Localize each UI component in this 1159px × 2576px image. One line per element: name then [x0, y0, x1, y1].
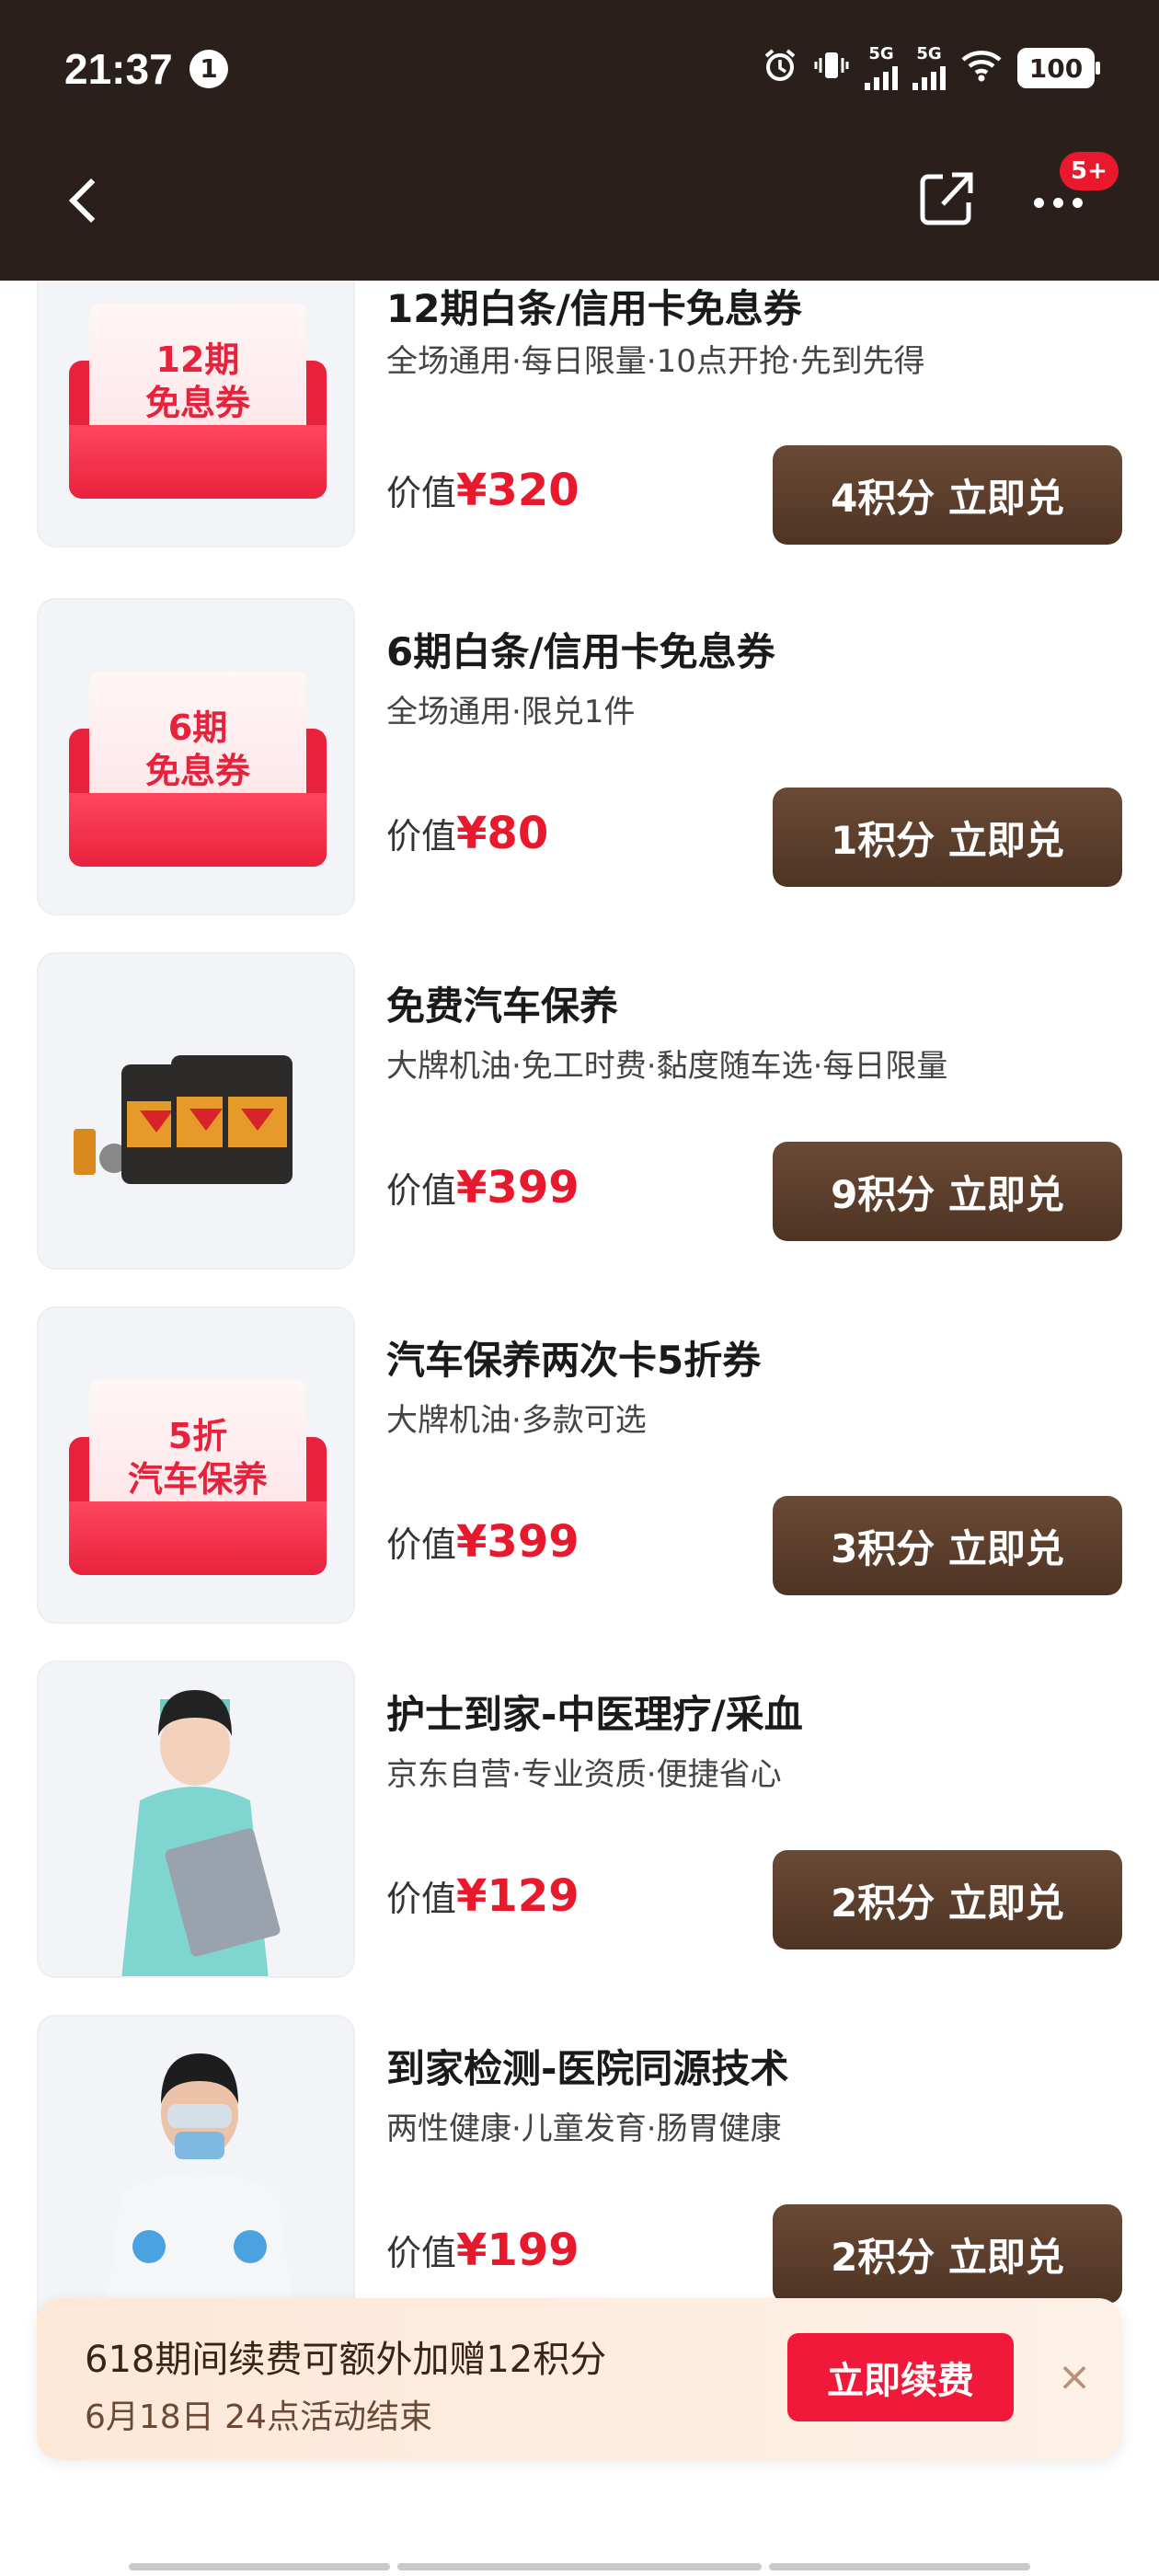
status-bar: 21:37 1 5G 5G 100	[0, 0, 1159, 138]
art-line: 免息券	[144, 751, 250, 791]
gesture-bar	[129, 2563, 390, 2570]
item-price: 价值¥129	[386, 1870, 580, 1922]
coupon-envelope-icon: 6期 免息券	[69, 655, 327, 867]
price-value: ¥399	[456, 1162, 580, 1213]
art-line: 5折	[167, 1415, 228, 1456]
share-button[interactable]	[915, 166, 980, 230]
nurse-photo-icon	[121, 1690, 281, 1976]
wifi-icon	[960, 47, 1003, 90]
item-thumbnail: 6期 免息券	[37, 598, 355, 915]
art-line: 12期	[155, 339, 240, 380]
item-title: 12期白条/信用卡免息券	[386, 286, 802, 331]
list-item[interactable]: 免费汽车保养 大牌机油·免工时费·黏度随车选·每日限量 价值¥399 9积分 立…	[0, 952, 1159, 1270]
renew-button[interactable]: 立即续费	[787, 2333, 1014, 2421]
price-value: ¥320	[456, 465, 580, 516]
price-value: ¥129	[456, 1870, 580, 1922]
dot-icon	[1072, 197, 1083, 208]
item-desc: 两性健康·儿童发育·肠胃健康	[386, 2110, 782, 2147]
item-title: 护士到家-中医理疗/采血	[386, 1692, 803, 1737]
sim1-label: 5G	[868, 44, 894, 63]
signal-sim1-icon: 5G	[865, 46, 898, 90]
item-desc: 全场通用·每日限量·10点开抢·先到先得	[386, 343, 925, 380]
item-thumbnail	[37, 2015, 355, 2332]
banner-title: 618期间续费可额外加赠12积分	[85, 2339, 607, 2381]
redeem-button[interactable]: 3积分 立即兑	[773, 1496, 1122, 1595]
price-label: 价值	[386, 2233, 457, 2273]
motor-oil-icon	[74, 1055, 293, 1184]
signal-sim2-icon: 5G	[912, 46, 946, 90]
item-desc: 大牌机油·多款可选	[386, 1402, 647, 1439]
price-value: ¥80	[456, 808, 549, 859]
dot-icon	[1033, 197, 1044, 208]
price-label: 价值	[386, 1879, 457, 1919]
price-value: ¥199	[456, 2225, 580, 2276]
item-price: 价值¥199	[386, 2225, 580, 2276]
coupon-envelope-icon: 5折 汽车保养	[69, 1363, 327, 1575]
close-icon[interactable]: ×	[1050, 2353, 1098, 2401]
item-title: 免费汽车保养	[386, 983, 619, 1029]
item-thumbnail: 5折 汽车保养	[37, 1306, 355, 1624]
gesture-bar	[769, 2563, 1030, 2570]
notification-count-icon: 1	[189, 50, 228, 88]
renewal-banner: 618期间续费可额外加赠12积分 6月18日 24点活动结束 立即续费 ×	[37, 2298, 1122, 2460]
status-time: 21:37	[64, 45, 173, 93]
item-thumbnail	[37, 952, 355, 1270]
redeem-button[interactable]: 4积分 立即兑	[773, 445, 1122, 545]
list-item[interactable]: 5折 汽车保养 汽车保养两次卡5折券 大牌机油·多款可选 价值¥399 3积分 立…	[0, 1306, 1159, 1624]
doctor-photo-icon	[103, 2053, 296, 2330]
alarm-icon	[762, 47, 798, 90]
status-icons: 5G 5G 100	[762, 42, 1100, 94]
art-line: 免息券	[144, 383, 250, 423]
art-line: 6期	[167, 707, 228, 748]
battery-icon: 100	[1017, 48, 1100, 88]
price-label: 价值	[386, 816, 457, 857]
price-label: 价值	[386, 1524, 457, 1565]
item-thumbnail	[37, 1661, 355, 1978]
redeem-button[interactable]: 2积分 立即兑	[773, 2204, 1122, 2304]
list-item[interactable]: 护士到家-中医理疗/采血 京东自营·专业资质·便捷省心 价值¥129 2积分 立…	[0, 1661, 1159, 1978]
item-price: 价值¥80	[386, 808, 548, 859]
item-desc: 大牌机油·免工时费·黏度随车选·每日限量	[386, 1048, 948, 1085]
banner-deadline: 6月18日 24点活动结束	[85, 2398, 432, 2436]
price-label: 价值	[386, 1170, 457, 1211]
list-item[interactable]: 到家检测-医院同源技术 两性健康·儿童发育·肠胃健康 价值¥199 2积分 立即…	[0, 2015, 1159, 2332]
redeem-button[interactable]: 9积分 立即兑	[773, 1142, 1122, 1241]
item-desc: 全场通用·限兑1件	[386, 694, 636, 730]
share-icon	[920, 172, 973, 225]
top-bar: 21:37 1 5G 5G 100 5+	[0, 0, 1159, 281]
chevron-left-icon	[68, 178, 114, 224]
price-label: 价值	[386, 473, 457, 513]
item-title: 汽车保养两次卡5折券	[386, 1338, 762, 1383]
item-title: 6期白条/信用卡免息券	[386, 629, 775, 674]
coupon-envelope-icon: 12期 免息券	[69, 287, 327, 499]
dot-icon	[1052, 197, 1063, 208]
sim2-label: 5G	[916, 44, 942, 63]
redeem-button[interactable]: 2积分 立即兑	[773, 1850, 1122, 1949]
item-price: 价值¥399	[386, 1162, 580, 1213]
vibrate-icon	[813, 47, 850, 90]
item-price: 价值¥399	[386, 1516, 580, 1568]
more-badge: 5+	[1060, 152, 1119, 190]
price-value: ¥399	[456, 1516, 580, 1568]
back-button[interactable]	[57, 164, 114, 237]
item-desc: 京东自营·专业资质·便捷省心	[386, 1756, 782, 1793]
item-price: 价值¥320	[386, 465, 580, 516]
redeem-button[interactable]: 1积分 立即兑	[773, 788, 1122, 887]
gesture-bar	[397, 2563, 762, 2570]
item-title: 到家检测-医院同源技术	[386, 2046, 789, 2091]
list-item[interactable]: 6期 免息券 6期白条/信用卡免息券 全场通用·限兑1件 价值¥80 1积分 立即…	[0, 598, 1159, 915]
art-line: 汽车保养	[127, 1459, 268, 1500]
